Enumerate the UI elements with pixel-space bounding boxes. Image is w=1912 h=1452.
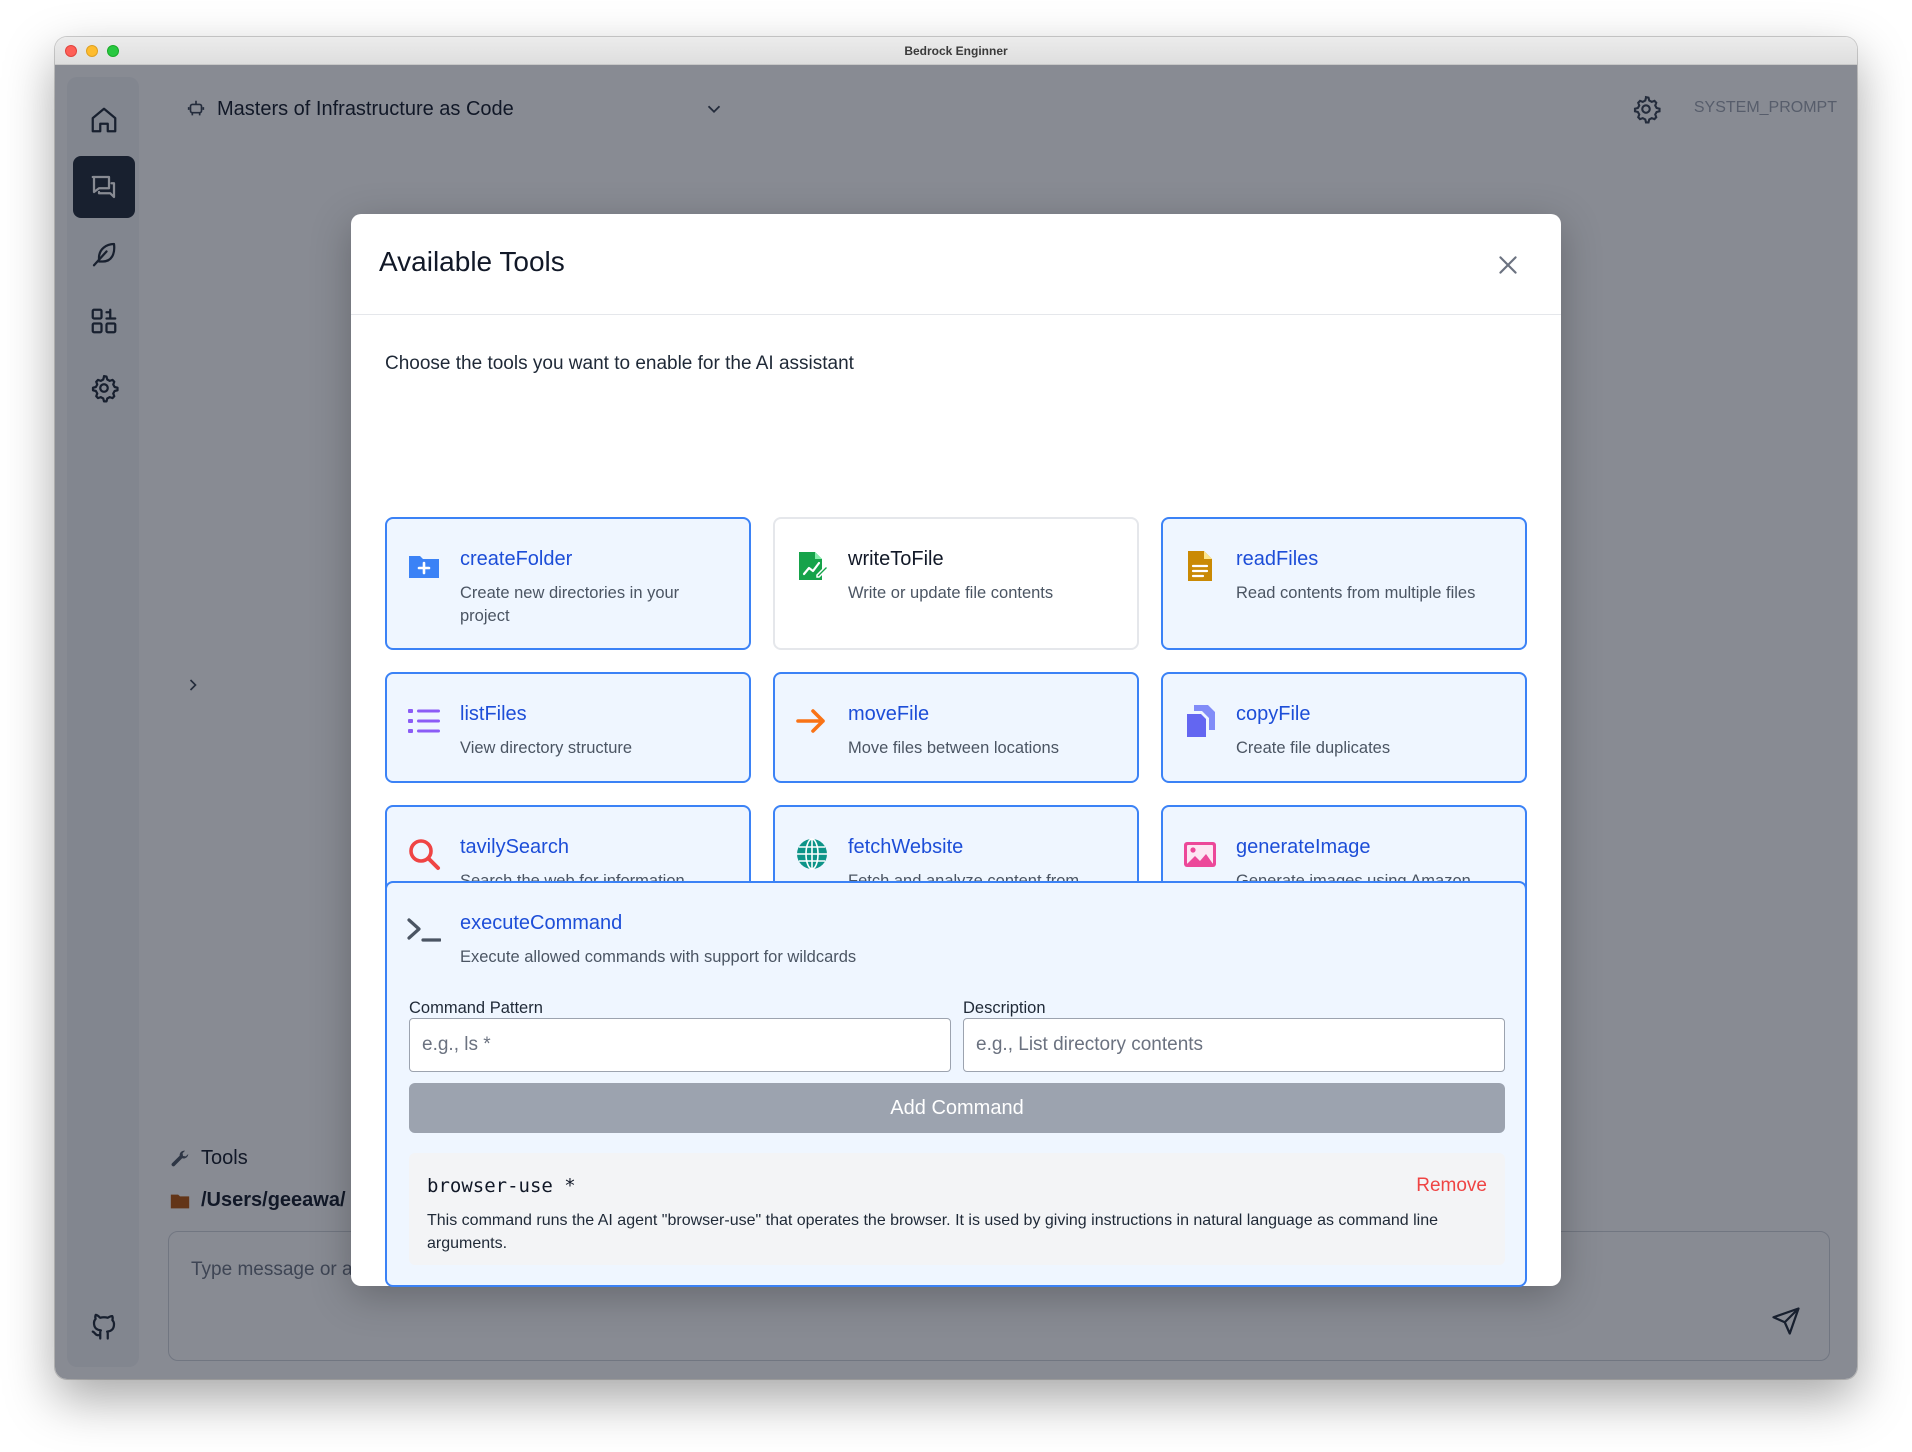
tool-name: executeCommand: [460, 912, 623, 934]
remove-command-button[interactable]: Remove: [1416, 1175, 1487, 1197]
zoom-window-button[interactable]: [107, 45, 119, 57]
available-tools-modal: Available Tools Choose the tools you wan…: [351, 214, 1561, 1287]
copy-icon: [1183, 704, 1217, 738]
image-icon: [1183, 837, 1217, 871]
globe-icon: [795, 837, 829, 871]
tool-name: readFiles: [1236, 548, 1319, 570]
modal-intro: Choose the tools you want to enable for …: [385, 353, 854, 374]
tool-card-readFiles[interactable]: readFiles Read contents from multiple fi…: [1161, 517, 1527, 650]
tool-description: Create new directories in your project: [460, 584, 680, 625]
tool-name: writeToFile: [848, 548, 944, 570]
allowed-command-item: browser-use * Remove This command runs t…: [409, 1153, 1505, 1265]
window-title: Bedrock Enginner: [904, 43, 1008, 58]
command-pattern-input[interactable]: [409, 1018, 951, 1072]
command-pattern-label: Command Pattern: [409, 999, 543, 1017]
close-icon[interactable]: [1495, 252, 1521, 278]
tool-description: Execute allowed commands with support fo…: [460, 948, 857, 966]
command-description-label: Description: [963, 999, 1046, 1017]
tool-description: View directory structure: [460, 739, 633, 757]
tool-name: fetchWebsite: [848, 836, 964, 858]
file-text-icon: [1183, 549, 1217, 583]
folder-plus-icon: [407, 549, 441, 583]
tool-description: Move files between locations: [848, 739, 1059, 757]
tool-name: createFolder: [460, 548, 573, 570]
command-pattern: browser-use *: [427, 1175, 576, 1197]
tool-name: moveFile: [848, 703, 930, 725]
minimize-window-button[interactable]: [86, 45, 98, 57]
search-icon: [407, 837, 441, 871]
add-command-button[interactable]: Add Command: [409, 1083, 1505, 1133]
tool-name: tavilySearch: [460, 836, 569, 858]
tool-description: Write or update file contents: [848, 584, 1054, 602]
tool-description: Read contents from multiple files: [1236, 584, 1476, 602]
terminal-icon: [407, 913, 442, 947]
file-edit-icon: [795, 549, 830, 583]
tool-card-listFiles[interactable]: listFiles View directory structure: [385, 672, 751, 783]
tool-name: listFiles: [460, 703, 527, 725]
tool-name: copyFile: [1236, 703, 1311, 725]
title-bar: Bedrock Enginner: [55, 37, 1857, 65]
tool-name: generateImage: [1236, 836, 1371, 858]
command-description-input[interactable]: [963, 1018, 1505, 1072]
close-window-button[interactable]: [65, 45, 77, 57]
tool-card-createFolder[interactable]: createFolder Create new directories in y…: [385, 517, 751, 650]
command-description: This command runs the AI agent "browser-…: [427, 1212, 1439, 1252]
app-body: Masters of Infrastructure as Code SYSTEM…: [55, 65, 1857, 1379]
tool-card-copyFile[interactable]: copyFile Create file duplicates: [1161, 672, 1527, 783]
tool-card-executeCommand[interactable]: executeCommand Execute allowed commands …: [385, 881, 1527, 1287]
tool-card-moveFile[interactable]: moveFile Move files between locations: [773, 672, 1139, 783]
tool-card-writeToFile[interactable]: writeToFile Write or update file content…: [773, 517, 1139, 650]
traffic-lights: [65, 45, 119, 57]
app-window: Bedrock Enginner Available Tools Choose …: [55, 37, 1857, 1379]
modal-header: Available Tools: [351, 214, 1561, 315]
arrow-right-icon: [795, 704, 829, 738]
modal-title: Available Tools: [379, 246, 565, 277]
tool-description: Create file duplicates: [1236, 739, 1391, 757]
list-icon: [407, 704, 441, 738]
